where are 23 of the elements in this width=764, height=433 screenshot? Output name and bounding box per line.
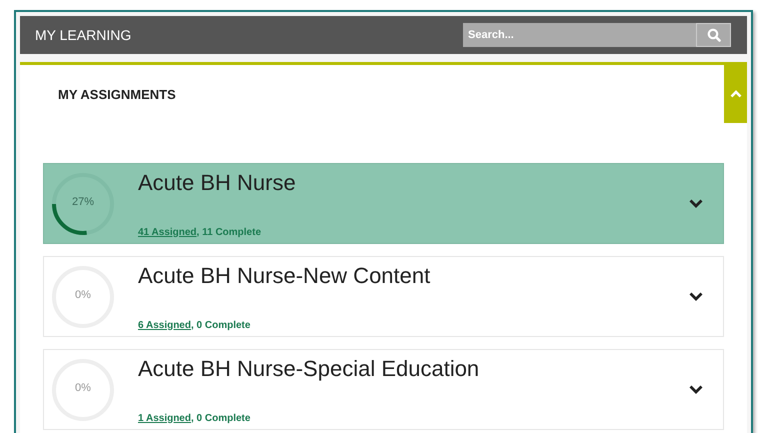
progress-percent: 27% xyxy=(70,196,96,208)
assignment-name: Acute BH Nurse-New Content xyxy=(138,262,432,288)
assignment-name: Acute BH Nurse-Special Education xyxy=(138,356,480,382)
assignment-stats: 1 Assigned, 0 Complete xyxy=(138,412,252,424)
assignment-card[interactable]: 0% Acute BH Nurse-Special Education 1 Assigned, 0 Complete xyxy=(43,349,724,430)
assignment-stats: 41 Assigned, 11 Complete xyxy=(138,226,262,238)
assignment-name: Acute BH Nurse xyxy=(138,170,297,196)
progress-percent: 0% xyxy=(74,382,92,394)
chevron-up-icon xyxy=(730,90,742,98)
assignment-stats: 6 Assigned, 0 Complete xyxy=(138,320,252,330)
progress-ring xyxy=(51,172,115,236)
search-icon xyxy=(706,28,720,42)
progress-percent: 0% xyxy=(74,288,92,300)
assigned-link[interactable]: 1 Assigned xyxy=(138,412,191,424)
assigned-link[interactable]: 6 Assigned xyxy=(138,320,191,330)
chevron-down-icon[interactable] xyxy=(689,385,703,394)
chevron-down-icon[interactable] xyxy=(689,199,703,208)
assignment-card[interactable]: 0% Acute BH Nurse-New Content 6 Assigned, 0 Complete xyxy=(43,256,724,337)
search-field[interactable]: Search... xyxy=(463,23,696,47)
assignment-card[interactable]: 27% Acute BH Nurse 41 Assigned, 11 Complete xyxy=(43,163,724,244)
section-title: MY ASSIGNMENTS xyxy=(57,86,177,104)
chevron-down-icon[interactable] xyxy=(689,292,703,301)
page-title: MY LEARNING xyxy=(35,27,132,43)
